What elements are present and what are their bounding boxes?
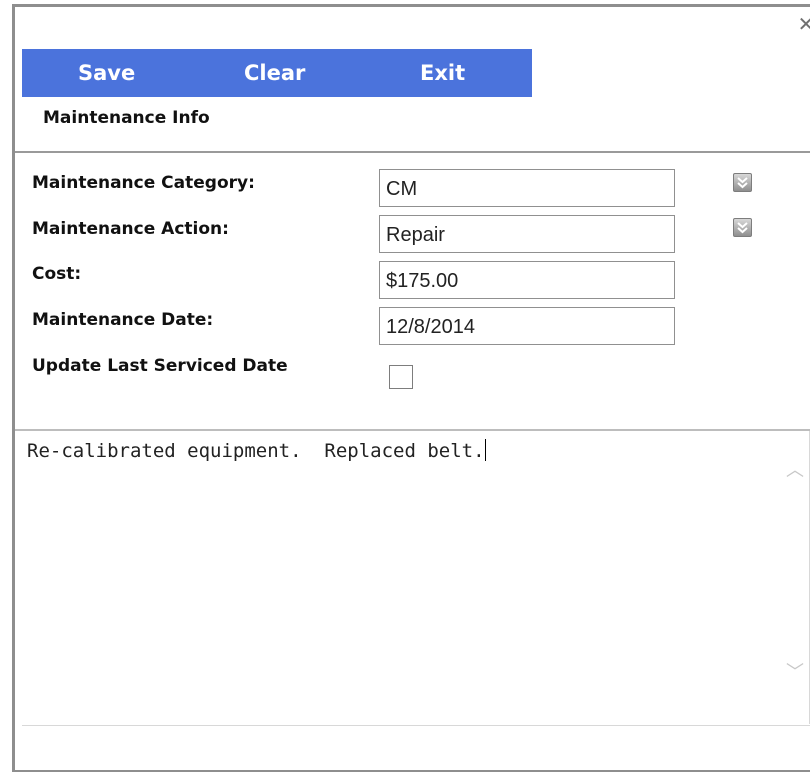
clear-button[interactable]: Clear xyxy=(244,49,305,97)
maintenance-date-label: Maintenance Date: xyxy=(32,310,214,330)
section-title: Maintenance Info xyxy=(43,108,210,128)
divider xyxy=(15,151,810,153)
notes-text: Re-calibrated equipment. Replaced belt. xyxy=(27,440,485,462)
notes-textarea[interactable]: Re-calibrated equipment. Replaced belt. … xyxy=(22,431,810,724)
cost-label: Cost: xyxy=(32,264,82,284)
maintenance-category-label: Maintenance Category: xyxy=(32,173,255,193)
text-caret xyxy=(484,439,486,461)
update-last-serviced-label: Update Last Serviced Date xyxy=(32,356,288,376)
divider xyxy=(22,725,810,726)
toolbar: Save Clear Exit xyxy=(22,49,532,97)
cost-field[interactable]: $175.00 xyxy=(379,261,675,299)
maintenance-category-select[interactable]: CM xyxy=(379,169,675,207)
maintenance-action-label: Maintenance Action: xyxy=(32,219,229,239)
maintenance-date-field[interactable]: 12/8/2014 xyxy=(379,307,675,345)
chevron-up-icon[interactable]: ︿ xyxy=(785,461,805,481)
notes-scrollbar[interactable]: ︿ ﹀ xyxy=(771,431,809,724)
chevron-double-down-icon[interactable] xyxy=(733,218,752,237)
exit-button[interactable]: Exit xyxy=(420,49,465,97)
close-icon[interactable]: ✕ xyxy=(796,13,810,35)
maintenance-dialog: ✕ Save Clear Exit Maintenance Info Maint… xyxy=(12,4,810,772)
chevron-down-icon[interactable]: ﹀ xyxy=(785,663,805,683)
save-button[interactable]: Save xyxy=(78,49,135,97)
chevron-double-down-icon[interactable] xyxy=(733,173,752,192)
update-last-serviced-checkbox[interactable] xyxy=(389,365,413,389)
maintenance-action-select[interactable]: Repair xyxy=(379,215,675,253)
